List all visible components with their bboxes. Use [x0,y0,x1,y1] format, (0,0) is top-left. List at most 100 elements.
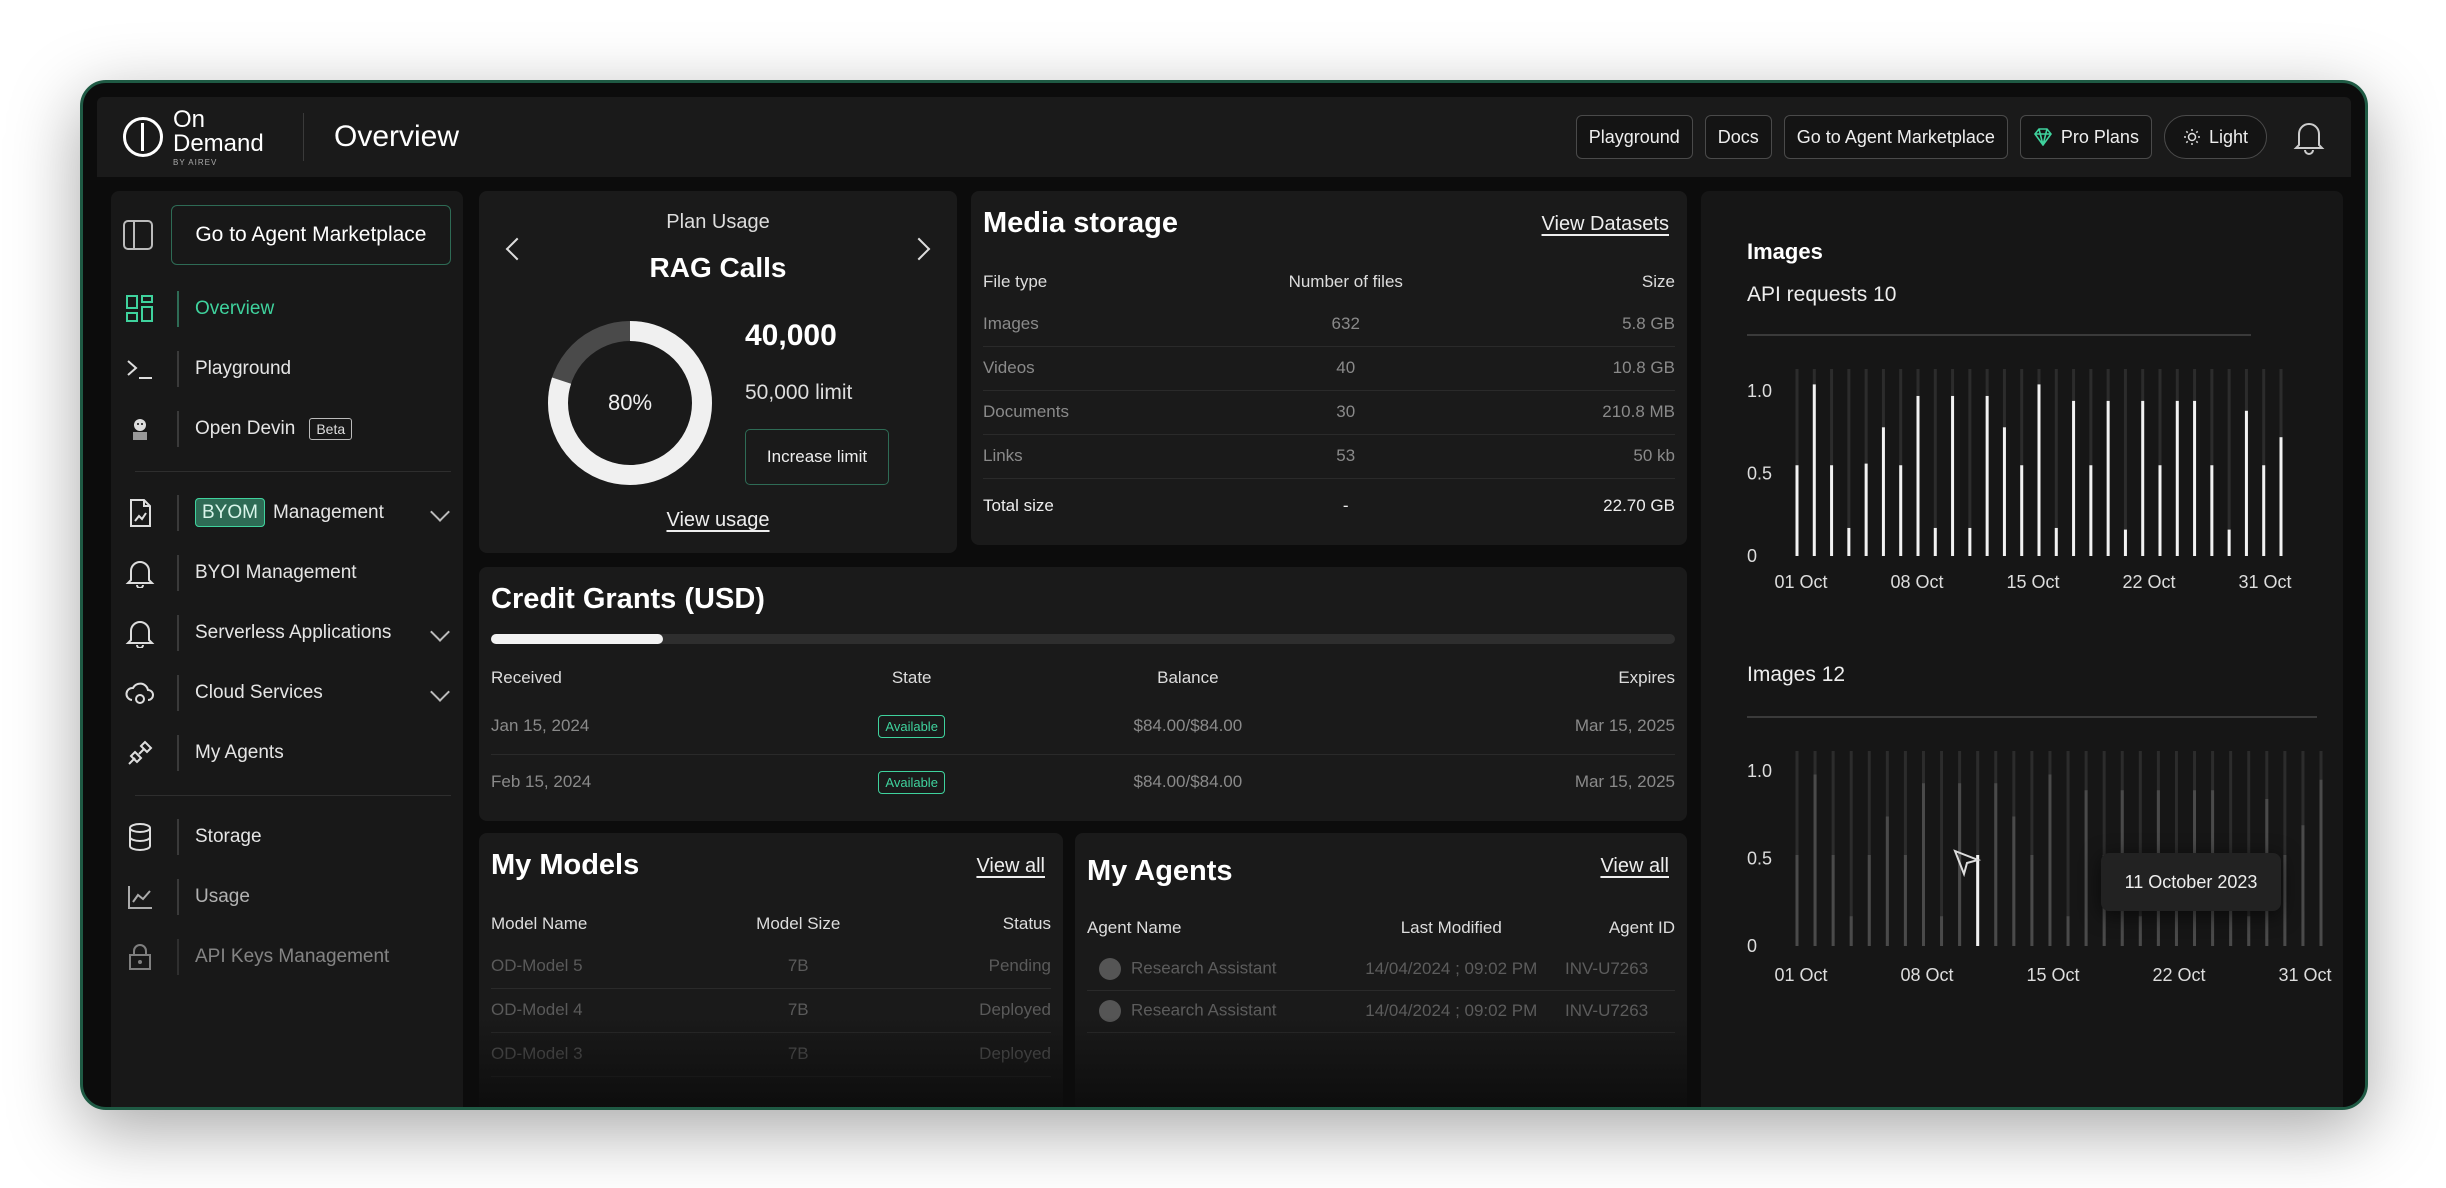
bar [1985,395,1989,556]
bar [2002,427,2006,556]
plan-usage-subtitle: Plan Usage [666,211,770,233]
agents-table: Agent Name Last Modified Agent ID Resear… [1087,908,1675,1033]
my-models-title: My Models [491,849,640,881]
sidebar-item-storage[interactable]: Storage [111,807,463,867]
agents-view-all-link[interactable]: View all [1600,855,1669,878]
sidebar-item-byoi-management[interactable]: BYOI Management [111,543,463,603]
byom-badge: BYOM [195,498,265,527]
bar [2262,465,2266,556]
sidebar-item-my-agents[interactable]: My Agents [111,723,463,783]
sidebar-item-playground[interactable]: Playground [111,339,463,399]
table-row[interactable]: Research Assistant 14/04/2024 ; 09:02 PM I… [1087,990,1675,1033]
terminal-icon [123,352,157,386]
usage-donut-chart: 80% [548,321,712,485]
bar [1867,855,1871,946]
bar [2123,529,2127,556]
bar [1831,855,1835,946]
bar [1968,527,1972,556]
bar [2279,437,2283,556]
credit-progress-fill [491,634,663,644]
bar [2072,400,2076,556]
y-tick-label: 0 [1747,546,1757,566]
sidebar-item-cloud-services[interactable]: Cloud Services [111,663,463,723]
sidebar-item-label: Open Devin [195,418,296,439]
bar [1881,427,1885,556]
table-row[interactable]: OD-Model 4 7B Deployed [491,988,1051,1033]
bar-track [2227,369,2231,556]
view-usage-link[interactable]: View usage [479,509,957,532]
bar [2141,400,2145,556]
pro-plans-button[interactable]: Pro Plans [2019,115,2152,159]
sidebar-item-open-devin[interactable]: Open Devin Beta [111,399,463,459]
status-badge: Available [878,714,945,738]
column-header: Agent ID [1608,918,1675,937]
chevron-down-icon[interactable] [430,622,450,642]
bar [1812,384,1816,556]
bar [2138,916,2142,946]
y-tick-label: 1.0 [1747,381,1772,401]
sidebar-item-label: Overview [195,298,275,319]
view-datasets-link[interactable]: View Datasets [1542,213,1669,236]
bar [2301,825,2305,946]
column-header: State [891,668,932,687]
notification-bell-icon[interactable] [2293,119,2325,155]
bar [2247,916,2251,946]
table-row[interactable]: OD-Model 3 7B Deployed [491,1032,1051,1077]
plug-icon [123,736,157,770]
chevron-down-icon[interactable] [430,502,450,522]
page-title: Overview [334,120,460,153]
sun-icon [2183,129,2200,145]
plan-usage-title: RAG Calls [649,252,787,283]
bar [2012,816,2016,946]
theme-toggle[interactable]: Light [2163,115,2267,159]
sidebar-item-overview[interactable]: Overview [111,279,463,339]
collapse-sidebar-icon[interactable] [123,220,153,250]
bar [1849,916,1853,946]
divider [135,470,451,472]
table-row[interactable]: OD-Model 5 7B Pending [491,944,1051,989]
increase-limit-button[interactable]: Increase limit [745,429,889,485]
sidebar-item-serverless-applications[interactable]: Serverless Applications [111,603,463,663]
top-bar: On Demand BY AIREV Overview Playground D… [97,97,2351,177]
bar [1921,783,1925,946]
sidebar-item-usage[interactable]: Usage [111,867,463,927]
sidebar-item-label: Cloud Services [195,682,323,703]
sidebar-item-label: Management [272,502,384,523]
usage-used-value: 40,000 [745,319,837,352]
bar-charts: 1.0 0.5 0 01 Oct 08 Oct 15 Oct 22 Oct 31 Oct 1.0… [1747,334,2332,985]
bar [1933,527,1937,556]
sidebar-item-label: BYOI Management [195,562,357,583]
status-badge: Available [878,771,945,795]
bar [2054,527,2058,556]
bar [2089,465,2093,556]
bar [1899,465,1903,556]
logo[interactable]: On Demand BY AIREV [123,105,293,167]
table-row[interactable]: Research Assistant 14/04/2024 ; 09:02 PM I… [1087,948,1675,991]
chevron-down-icon[interactable] [430,682,450,702]
docs-button[interactable]: Docs [1704,115,1772,159]
logo-line-1: On [173,105,206,133]
table-row: Documents 30 210.8 MB [983,390,1675,435]
playground-button[interactable]: Playground [1575,115,1693,159]
bar [2244,410,2248,556]
table-row: Jan 15, 2024 Available $84.00/$84.00 Mar 15… [491,698,1675,755]
models-view-all-link[interactable]: View all [976,855,1045,878]
bar [2048,774,2052,946]
sidebar-marketplace-button[interactable]: Go to Agent Marketplace [170,205,451,265]
x-tick-label: 22 Oct [2122,572,2175,592]
bar-track [2123,369,2127,556]
column-header: Balance [1157,668,1219,687]
beta-badge: Beta [309,418,353,440]
my-models-card: My Models View all Model Name Model Size… [479,833,1063,1107]
agent-marketplace-button[interactable]: Go to Agent Marketplace [1783,115,2008,159]
bar [2283,855,2287,946]
column-header: Number of files [1288,272,1403,291]
sidebar-item-byom-management[interactable]: BYOM Management [111,483,463,543]
column-header: Model Size [756,914,841,933]
cloud-gear-icon [123,676,157,710]
logo-icon [123,117,163,157]
bar [2037,384,2041,556]
bar [1940,916,1944,946]
bell-icon [123,616,157,650]
sidebar-item-api-keys-management[interactable]: API Keys Management [111,927,463,987]
